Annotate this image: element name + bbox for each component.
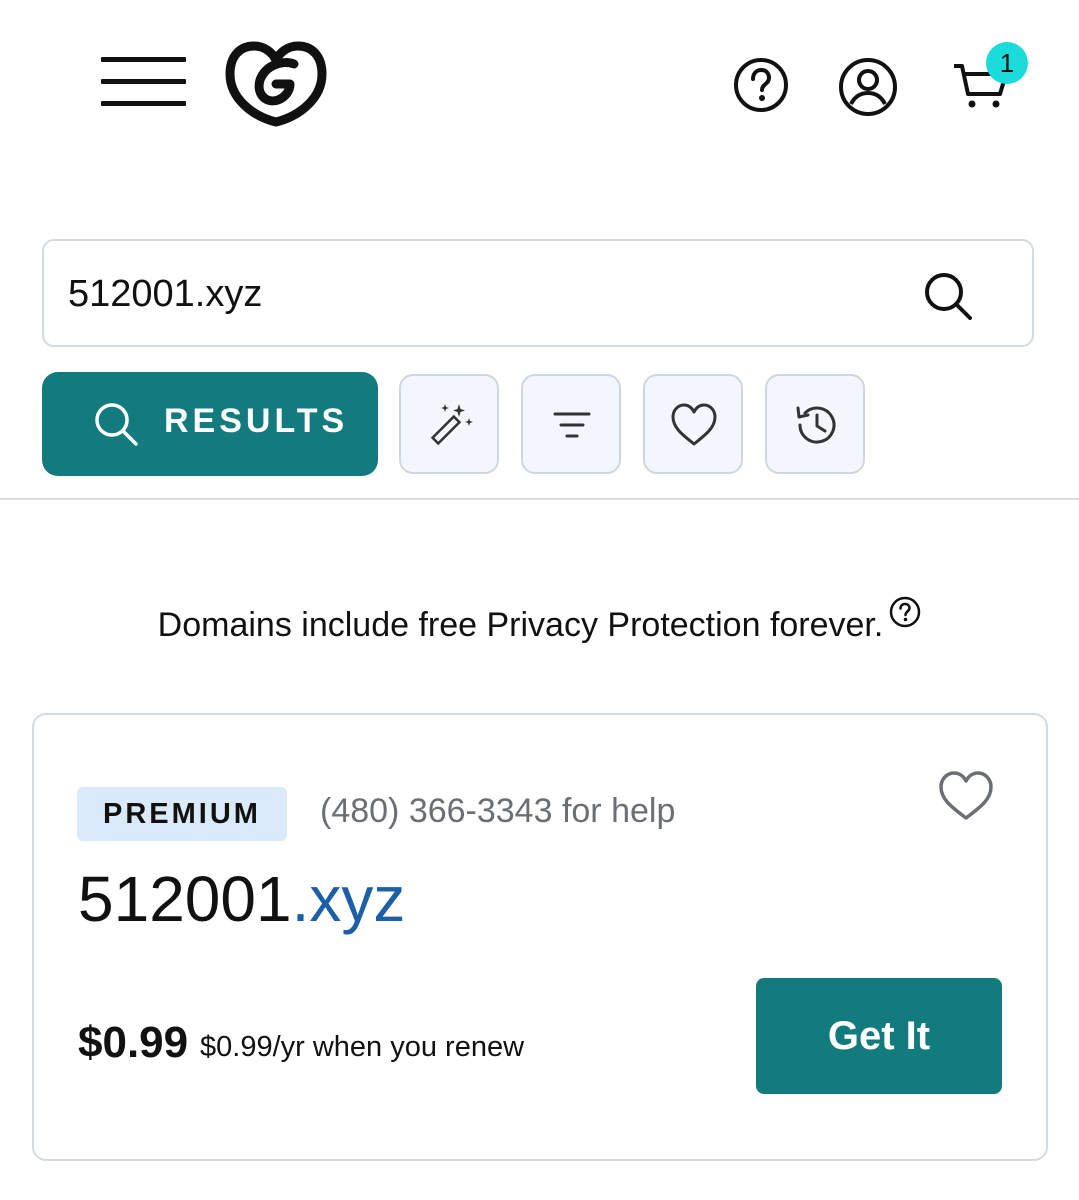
domain-tld: .xyz [291,863,406,935]
results-tab[interactable]: RESULTS [42,372,378,476]
domain-search-box [42,239,1034,347]
favorites-button[interactable] [643,374,743,474]
hamburger-line [101,101,186,106]
magic-wand-icon [430,404,473,446]
history-button[interactable] [765,374,865,474]
privacy-help-icon[interactable] [889,596,921,628]
search-icon[interactable] [918,266,978,326]
hamburger-menu-icon [101,57,186,62]
ai-suggestions-button[interactable] [399,374,499,474]
privacy-notice-text: Domains include free Privacy Protection … [157,606,884,644]
godaddy-logo-icon[interactable] [224,38,328,130]
renewal-price-text: $0.99/yr when you renew [200,1031,525,1063]
domain-sld: 512001 [78,863,292,935]
domain-search-input[interactable] [66,241,910,347]
heart-icon[interactable] [936,768,996,824]
privacy-notice: Domains include free Privacy Protection … [0,596,1079,645]
domain-name: 512001.xyz [78,862,405,936]
help-phone-link[interactable]: (480) 366-3343 for help [320,792,675,831]
history-icon [796,406,836,444]
results-tab-label: RESULTS [164,402,349,440]
menu-button[interactable] [98,54,188,110]
premium-badge: PREMIUM [77,787,287,841]
section-divider [0,498,1079,500]
help-icon[interactable] [732,56,790,114]
domain-price: $0.99 [78,1018,189,1067]
get-it-button[interactable]: Get It [756,978,1002,1094]
hamburger-line [101,79,186,84]
cart-count-badge: 1 [986,42,1028,84]
filter-button[interactable] [521,374,621,474]
account-icon[interactable] [837,56,899,118]
heart-icon [671,403,717,446]
filter-icon [553,412,591,438]
search-icon [95,403,138,446]
